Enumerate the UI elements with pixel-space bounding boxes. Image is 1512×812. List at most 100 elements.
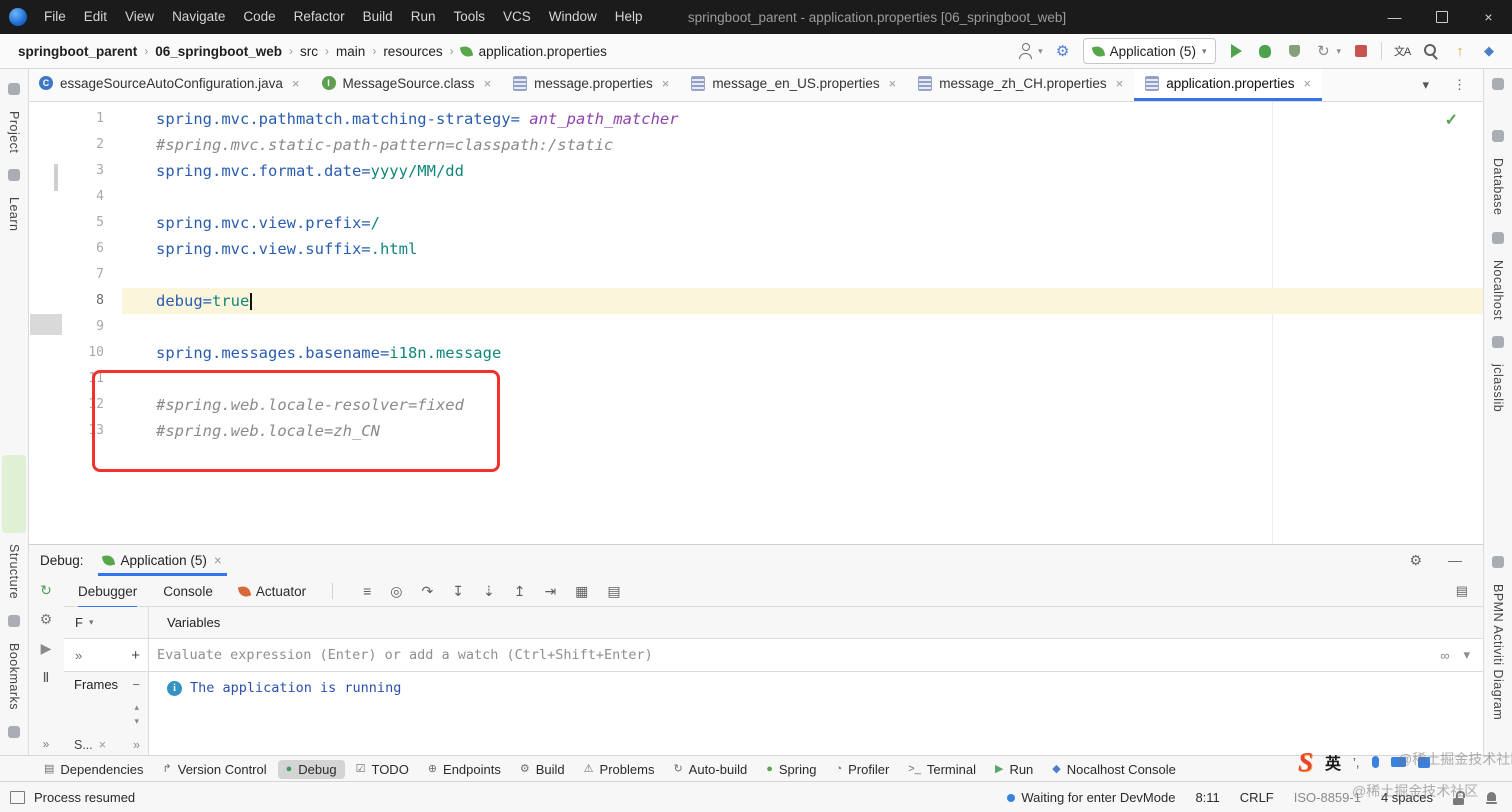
code-line[interactable]: debug=true (122, 288, 1484, 314)
layout-settings-icon[interactable]: ≡ (363, 583, 371, 600)
profiler-dropdown-icon[interactable]: ▾ (1336, 46, 1341, 57)
tool-window-button-todo[interactable]: ☑ TODO (348, 760, 417, 779)
step-out-icon[interactable]: ↥ (514, 583, 526, 600)
breadcrumb-item[interactable]: main (336, 44, 365, 59)
menu-vcs[interactable]: VCS (494, 0, 540, 34)
code-line[interactable] (122, 262, 1484, 288)
pause-icon[interactable]: Ⅱ (43, 670, 50, 684)
debug-tab-actuator[interactable]: Actuator (237, 576, 306, 608)
rerun-debug-icon[interactable]: ↻ (40, 583, 52, 597)
code-line[interactable]: #spring.mvc.static-path-pattern=classpat… (122, 132, 1484, 158)
inspections-ok-icon[interactable]: ✓ (1445, 110, 1458, 130)
code-line[interactable] (122, 314, 1484, 340)
tool-window-button-profiler[interactable]: ◔ Profiler (827, 760, 897, 779)
line-number[interactable]: 10 (28, 340, 122, 366)
profiler-button[interactable]: ↻ (1314, 42, 1332, 60)
scroll-down-icon[interactable]: ▾ (134, 716, 139, 727)
breadcrumb-item[interactable]: application.properties (479, 44, 607, 59)
caret-position[interactable]: 8:11 (1195, 790, 1219, 805)
notifications-bell-icon[interactable] (1485, 791, 1498, 805)
show-watches-icon[interactable]: ∞ (1440, 648, 1449, 663)
show-execution-point-icon[interactable]: ◎ (390, 583, 402, 600)
stripe-button-bpmn-activiti-diagram[interactable]: BPMN Activiti Diagram (1491, 584, 1505, 720)
file-encoding[interactable]: ISO-8859-1 (1294, 790, 1361, 805)
close-icon[interactable]: × (214, 553, 222, 568)
tool-window-button-run[interactable]: ▶ Run (987, 760, 1041, 779)
run-button[interactable] (1227, 42, 1245, 60)
breadcrumb-item[interactable]: resources (383, 44, 442, 59)
coverage-button[interactable] (1285, 42, 1303, 60)
setup-icon[interactable]: ⚙ (1054, 42, 1072, 60)
debug-button[interactable] (1256, 42, 1274, 60)
chevron-down-icon[interactable]: ▾ (1463, 647, 1470, 663)
notifications-icon[interactable] (1492, 78, 1504, 90)
minimize-button[interactable]: — (1371, 0, 1418, 34)
ime-language-toggle[interactable]: 英 (1325, 750, 1341, 774)
run-to-cursor-icon[interactable]: ⇥ (544, 583, 556, 600)
evaluate-expression-input[interactable] (149, 638, 1441, 672)
debug-session-tab[interactable]: Application (5) × (94, 545, 231, 576)
stripe-button-project[interactable]: Project (7, 111, 21, 153)
breadcrumb-item[interactable]: springboot_parent (18, 44, 137, 59)
close-icon[interactable]: × (1304, 76, 1312, 91)
editor-tab[interactable]: message_en_US.properties × (680, 68, 907, 101)
editor-tab[interactable]: I MessageSource.class × (311, 68, 503, 101)
force-step-into-icon[interactable]: ⇣ (483, 583, 495, 600)
step-over-icon[interactable]: ↷ (422, 583, 434, 600)
tool-window-button-problems[interactable]: ⚠ Problems (576, 760, 663, 779)
restore-layout-icon[interactable]: ▤ (1456, 583, 1484, 599)
debug-settings-icon[interactable]: ⚙ (40, 612, 53, 626)
stripe-button-database[interactable]: Database (1491, 158, 1505, 216)
step-into-icon[interactable]: ↧ (452, 583, 464, 600)
line-number[interactable]: 2 (28, 132, 122, 158)
tab-options-icon[interactable]: ⋮ (1453, 77, 1466, 93)
menu-code[interactable]: Code (234, 0, 284, 34)
menu-run[interactable]: Run (402, 0, 445, 34)
close-icon[interactable]: × (1116, 76, 1124, 91)
menu-file[interactable]: File (35, 0, 75, 34)
thread-selector[interactable]: F ▾ (64, 607, 149, 638)
tool-window-button-debug[interactable]: ● Debug (277, 759, 345, 779)
stripe-button-nocalhost[interactable]: Nocalhost (1491, 260, 1505, 320)
close-icon[interactable]: × (292, 76, 300, 91)
more-icons-icon[interactable]: » (43, 737, 50, 751)
code-line[interactable]: spring.mvc.format.date=yyyy/MM/dd (122, 158, 1484, 184)
editor-tab[interactable]: CessageSourceAutoConfiguration.java × (28, 68, 311, 101)
editor-tab[interactable]: application.properties × (1134, 68, 1323, 101)
line-number[interactable]: 9 (28, 314, 122, 340)
scroll-up-icon[interactable]: ▴ (134, 702, 139, 713)
debug-tab-console[interactable]: Console (163, 576, 213, 608)
search-icon[interactable] (1422, 42, 1440, 60)
close-icon[interactable]: × (662, 76, 670, 91)
menu-build[interactable]: Build (354, 0, 402, 34)
menu-refactor[interactable]: Refactor (285, 0, 354, 34)
code-line[interactable] (122, 184, 1484, 210)
line-number[interactable]: 3 (28, 158, 122, 184)
stop-button[interactable] (1352, 42, 1370, 60)
editor-tab[interactable]: message_zh_CH.properties × (907, 68, 1134, 101)
stripe-button-jclasslib[interactable]: jclasslib (1491, 364, 1505, 412)
user-icon[interactable] (1016, 42, 1034, 60)
more-tabs-icon[interactable]: » (133, 738, 140, 752)
collapsed-tab[interactable]: S... (74, 738, 93, 752)
line-number[interactable]: 8 (28, 288, 122, 314)
line-number[interactable]: 1 (28, 106, 122, 132)
breadcrumb-item[interactable]: 06_springboot_web (155, 44, 282, 59)
collapse-icon[interactable]: − (132, 677, 140, 692)
code-line[interactable]: spring.mvc.pathmatch.matching-strategy= … (122, 106, 1484, 132)
close-icon[interactable]: × (889, 76, 897, 91)
update-project-icon[interactable]: ↑ (1451, 42, 1469, 60)
line-number[interactable]: 4 (28, 184, 122, 210)
line-number[interactable]: 5 (28, 210, 122, 236)
close-icon[interactable]: × (484, 76, 492, 91)
settings-gear-icon[interactable]: ⚙ (1409, 552, 1422, 569)
ime-punctuation-toggle[interactable]: ’, (1353, 755, 1360, 770)
menu-window[interactable]: Window (540, 0, 606, 34)
menu-view[interactable]: View (116, 0, 163, 34)
sogou-logo-icon[interactable]: S (1298, 748, 1313, 776)
mute-breakpoints-icon[interactable]: ▤ (607, 583, 620, 600)
line-number[interactable]: 7 (28, 262, 122, 288)
editor-tab[interactable]: message.properties × (502, 68, 680, 101)
resume-icon[interactable]: ▶ (41, 641, 52, 655)
menu-tools[interactable]: Tools (444, 0, 494, 34)
